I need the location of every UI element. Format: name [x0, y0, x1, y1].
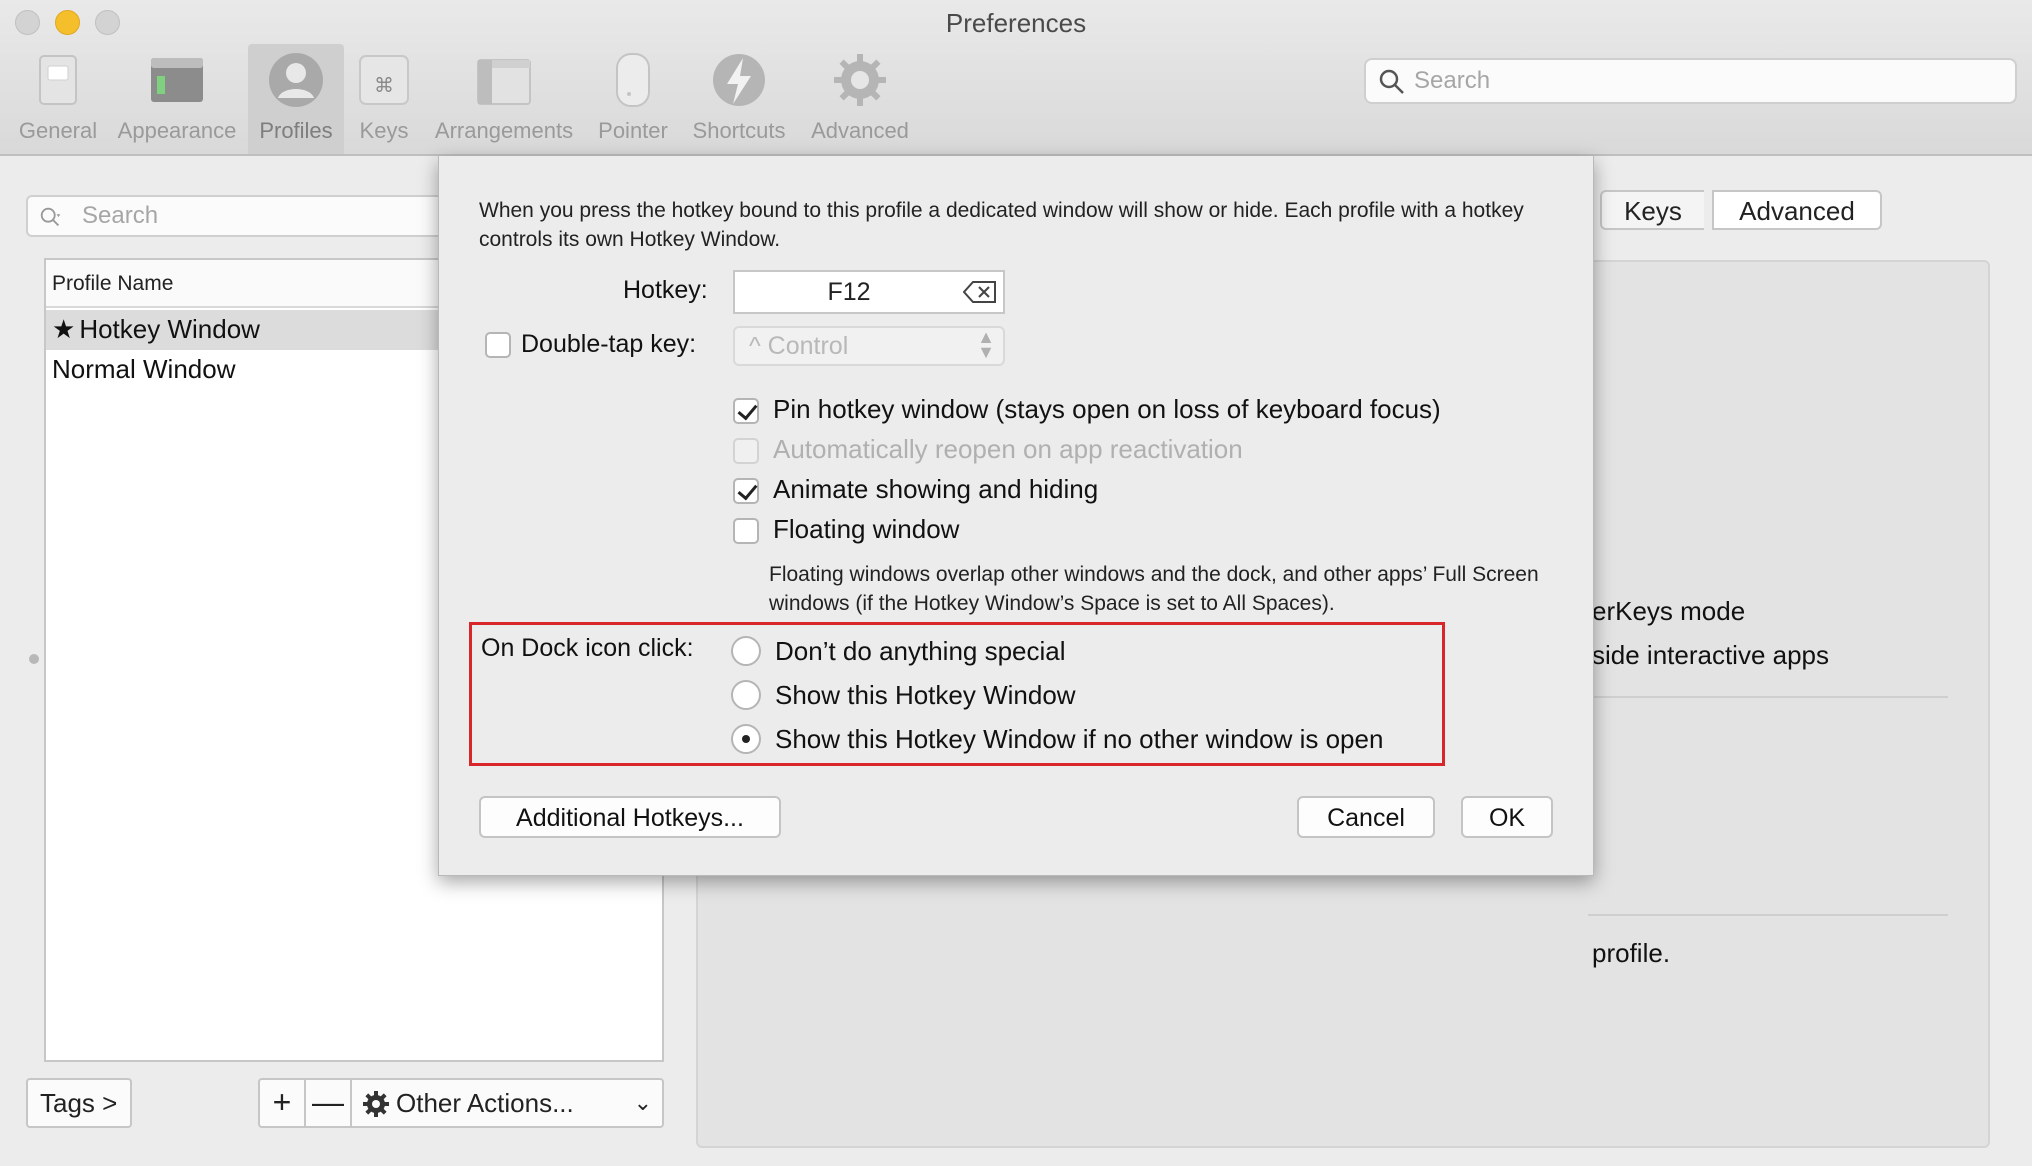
animate-label: Animate showing and hiding	[773, 474, 1099, 504]
preferences-search[interactable]	[1364, 58, 2017, 104]
double-tap-key-select[interactable]: ^ Control ▲ ▼	[733, 326, 1005, 366]
tab-keys[interactable]: Keys	[1600, 190, 1704, 230]
dock-option-show-if-none-label: Show this Hotkey Window if no other wind…	[775, 724, 1384, 754]
windows-stack-icon	[477, 59, 531, 105]
toolbar-keys[interactable]: ⌘ Keys	[350, 44, 418, 154]
hotkey-field[interactable]: F12	[733, 270, 1005, 314]
search-icon	[1379, 69, 1404, 94]
command-key-icon: ⌘	[359, 55, 409, 105]
ok-button[interactable]: OK	[1461, 796, 1553, 838]
settings-text: side interactive apps	[1592, 640, 1830, 670]
floating-window-label: Floating window	[773, 514, 960, 544]
preferences-search-input[interactable]	[1414, 64, 2004, 98]
dock-option-show-radio[interactable]	[731, 680, 761, 710]
lightning-icon	[713, 54, 765, 106]
double-tap-checkbox[interactable]	[485, 332, 511, 358]
double-tap-key-value: ^ Control	[749, 332, 849, 360]
stepper-icon: ▲ ▼	[977, 327, 995, 362]
split-view-handle[interactable]	[29, 654, 39, 664]
window-title: Preferences	[945, 8, 1087, 38]
cancel-button[interactable]: Cancel	[1297, 796, 1435, 838]
dock-option-nothing-radio[interactable]	[731, 636, 761, 666]
pin-hotkey-window-checkbox[interactable]	[733, 398, 759, 424]
pin-hotkey-window-label: Pin hotkey window (stays open on loss of…	[773, 394, 1441, 424]
toolbar-general[interactable]: General	[10, 44, 106, 154]
toolbar-shortcuts[interactable]: Shortcuts	[686, 44, 792, 154]
toolbar-advanced[interactable]: Advanced	[804, 44, 916, 154]
mouse-icon	[616, 53, 650, 107]
clear-hotkey-icon[interactable]	[963, 280, 997, 304]
search-icon	[40, 207, 61, 227]
animate-checkbox[interactable]	[733, 478, 759, 504]
profile-name: Hotkey Window	[79, 314, 260, 344]
settings-text: erKeys mode	[1592, 596, 1746, 626]
floating-window-note: Floating windows overlap other windows a…	[769, 563, 1539, 615]
toolbar-profiles[interactable]: Profiles	[248, 44, 344, 154]
title-bar: Preferences General Appearance Profiles …	[0, 0, 2032, 156]
toolbar-arrangements[interactable]: Arrangements	[428, 44, 580, 154]
dock-click-label: On Dock icon click:	[481, 634, 694, 662]
toolbar-appearance[interactable]: Appearance	[110, 44, 244, 154]
auto-reopen-label: Automatically reopen on app reactivation	[773, 434, 1243, 464]
hotkey-window-sheet: When you press the hotkey bound to this …	[438, 156, 1594, 876]
dock-option-nothing-label: Don’t do anything special	[775, 636, 1066, 666]
profile-name: Normal Window	[52, 354, 236, 384]
star-icon: ★	[52, 314, 76, 344]
svg-text:⌘: ⌘	[374, 73, 394, 97]
toolbar-pointer[interactable]: Pointer	[592, 44, 674, 154]
gear-icon	[363, 1091, 389, 1117]
settings-text: profile.	[1592, 938, 1671, 968]
switch-icon	[39, 55, 77, 105]
other-actions-label: Other Actions...	[396, 1088, 574, 1118]
divider	[1588, 696, 1948, 698]
add-profile-button[interactable]: +	[258, 1078, 306, 1128]
other-actions-button[interactable]: Other Actions... ⌄	[350, 1078, 664, 1128]
floating-window-checkbox[interactable]	[733, 518, 759, 544]
remove-profile-button[interactable]: —	[304, 1078, 352, 1128]
additional-hotkeys-button[interactable]: Additional Hotkeys...	[479, 796, 781, 838]
auto-reopen-checkbox	[733, 438, 759, 464]
hotkey-label: Hotkey:	[623, 276, 708, 304]
user-icon	[269, 53, 323, 107]
profile-search[interactable]	[26, 195, 466, 237]
chevron-down-icon: ⌄	[633, 1090, 652, 1115]
hotkey-value: F12	[827, 278, 871, 306]
tab-advanced[interactable]: Advanced	[1712, 190, 1882, 230]
dock-option-show-if-none-radio[interactable]	[731, 724, 761, 754]
window-icon	[151, 58, 203, 102]
gear-icon	[834, 54, 886, 106]
sheet-description: When you press the hotkey bound to this …	[479, 199, 1524, 251]
profile-search-input[interactable]	[82, 201, 452, 231]
divider	[1588, 914, 1948, 916]
dock-option-show-label: Show this Hotkey Window	[775, 680, 1076, 710]
tags-button[interactable]: Tags >	[26, 1078, 132, 1128]
double-tap-label: Double-tap key:	[521, 330, 697, 358]
